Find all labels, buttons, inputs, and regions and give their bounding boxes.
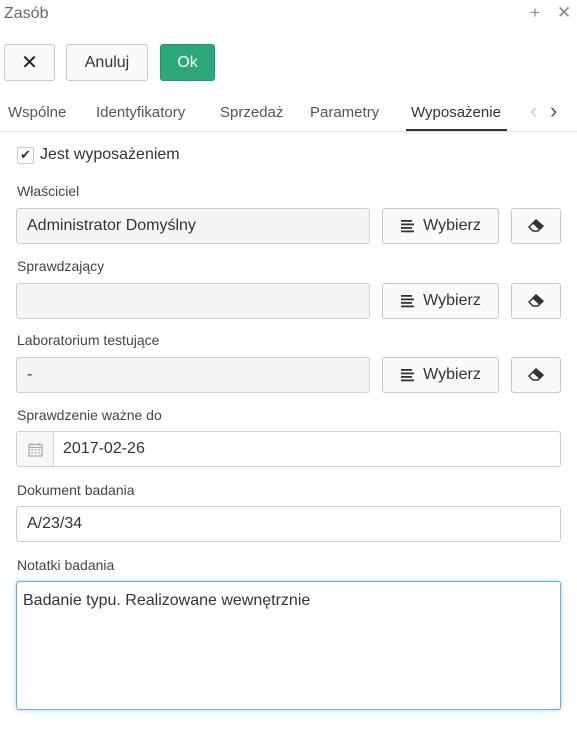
close-button[interactable]: ✕ <box>4 44 55 81</box>
tab-parametry[interactable]: Parametry <box>310 104 379 121</box>
valid-until-value: 2017-02-26 <box>63 440 145 457</box>
test-doc-label: Dokument badania <box>17 482 135 498</box>
window-title: Zasób <box>4 5 49 22</box>
list-icon <box>401 294 415 307</box>
lab-pick-label: Wybierz <box>423 366 481 383</box>
active-tab-indicator <box>406 129 507 131</box>
eraser-icon <box>527 219 545 232</box>
chevron-right-icon[interactable]: › <box>550 100 557 122</box>
tab-wyposazenie[interactable]: Wyposażenie <box>411 104 501 121</box>
ok-button[interactable]: Ok <box>160 44 215 81</box>
close-icon[interactable]: ✕ <box>557 2 571 24</box>
owner-label: Właściciel <box>17 183 80 199</box>
close-button-label: ✕ <box>21 52 38 74</box>
list-icon <box>401 368 415 381</box>
lab-value: - <box>27 366 33 383</box>
checker-label: Sprawdzający <box>17 258 105 274</box>
checker-pick-button[interactable]: Wybierz <box>382 283 499 319</box>
checker-clear-button[interactable] <box>511 283 561 319</box>
is-equipment-row[interactable]: ✔ Jest wyposażeniem <box>17 145 180 165</box>
lab-field[interactable]: - <box>16 357 370 393</box>
calendar-button[interactable] <box>17 432 54 466</box>
test-doc-input[interactable]: A/23/34 <box>16 506 561 542</box>
valid-until-label: Sprawdzenie ważne do <box>17 407 162 423</box>
lab-clear-button[interactable] <box>511 357 561 393</box>
eraser-icon <box>527 368 545 381</box>
is-equipment-label: Jest wyposażeniem <box>40 146 180 163</box>
lab-pick-button[interactable]: Wybierz <box>382 357 499 393</box>
cancel-button[interactable]: Anuluj <box>66 44 148 81</box>
test-notes-label: Notatki badania <box>17 557 115 573</box>
owner-field[interactable]: Administrator Domyślny <box>16 208 370 244</box>
window-titlebar: Zasób + ✕ <box>0 0 577 32</box>
tab-wspolne[interactable]: Wspólne <box>8 104 66 121</box>
owner-pick-label: Wybierz <box>423 217 481 234</box>
owner-pick-button[interactable]: Wybierz <box>382 208 499 244</box>
checker-pick-label: Wybierz <box>423 292 481 309</box>
owner-value: Administrator Domyślny <box>27 217 196 234</box>
test-doc-value: A/23/34 <box>27 515 83 532</box>
checker-field[interactable] <box>16 283 370 319</box>
calendar-icon <box>27 442 43 457</box>
eraser-icon <box>527 294 545 307</box>
valid-until-date-field[interactable]: 2017-02-26 <box>16 431 561 467</box>
test-notes-textarea[interactable]: Badanie typu. Realizowane wewnętrznie <box>16 581 561 710</box>
is-equipment-checkbox[interactable]: ✔ <box>17 146 34 164</box>
test-notes-value: Badanie typu. Realizowane wewnętrznie <box>23 592 311 609</box>
owner-clear-button[interactable] <box>511 208 561 244</box>
tab-identyfikatory[interactable]: Identyfikatory <box>96 104 185 121</box>
lab-label: Laboratorium testujące <box>17 332 160 348</box>
list-icon <box>401 219 415 232</box>
chevron-left-icon[interactable]: ‹ <box>530 100 537 122</box>
check-icon: ✔ <box>20 147 31 162</box>
tab-sprzedaz[interactable]: Sprzedaż <box>220 104 283 121</box>
tab-bar: Wspólne Identyfikatory Sprzedaż Parametr… <box>0 96 577 132</box>
plus-icon[interactable]: + <box>530 2 540 24</box>
